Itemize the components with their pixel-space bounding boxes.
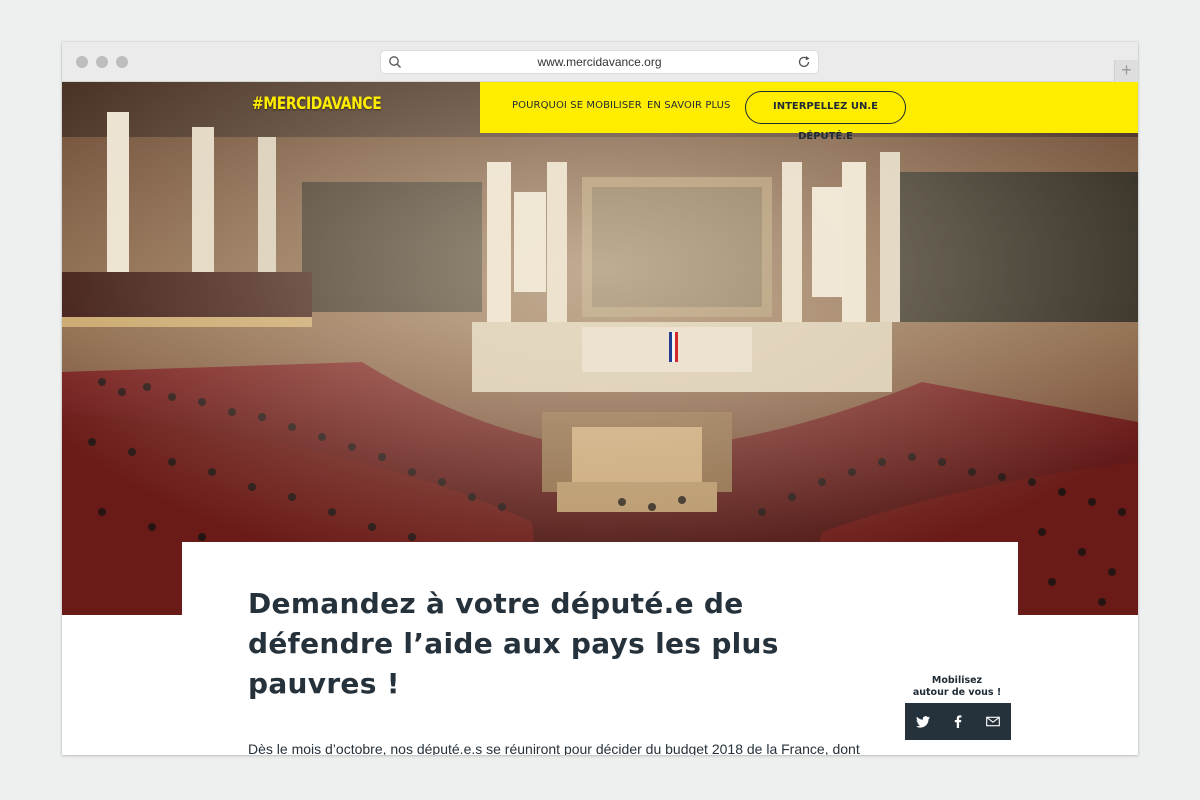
nav-link-en-savoir-plus[interactable]: EN SAVOIR PLUS: [647, 100, 731, 111]
window-close-button[interactable]: [76, 56, 88, 68]
hero-image: [62, 82, 1138, 615]
article-headline: Demandez à votre député.e de défendre l’…: [248, 587, 779, 700]
article-body: Dès le mois d’octobre, nos député.e.s se…: [248, 741, 860, 755]
share-twitter-button[interactable]: [905, 703, 940, 740]
parliament-hemicycle-photo: [62, 82, 1138, 615]
facebook-icon: [954, 715, 961, 728]
nav-link-pourquoi[interactable]: POURQUOI SE MOBILISER: [512, 100, 642, 111]
share-title-line2: autour de vous !: [912, 687, 1002, 698]
share-title-line1: Mobilisez: [931, 675, 983, 686]
share-title: Mobilisez autour de vous !: [902, 675, 1012, 699]
share-facebook-button[interactable]: [940, 703, 975, 740]
share-email-button[interactable]: [975, 703, 1010, 740]
address-bar[interactable]: www.mercidavance.org: [381, 51, 818, 73]
new-tab-button[interactable]: +: [1114, 60, 1138, 82]
article-card: Demandez à votre député.e de défendre l’…: [182, 542, 1018, 755]
interpellez-cta-button[interactable]: INTERPELLEZ UN.E DÉPUTÉ.E: [745, 91, 906, 142]
email-icon: [985, 716, 1000, 727]
twitter-icon: [915, 715, 930, 728]
reload-icon[interactable]: [796, 54, 812, 70]
page-viewport: #MERCIDAVANCE POURQUOI SE MOBILISER EN S…: [62, 82, 1138, 755]
url-text: www.mercidavance.org: [537, 55, 662, 69]
share-bar: [905, 703, 1011, 740]
window-minimize-button[interactable]: [96, 56, 108, 68]
main-nav: POURQUOI SE MOBILISER EN SAVOIR PLUS INT…: [480, 82, 1138, 142]
browser-window: www.mercidavance.org + #MERCIDAVANCE POU…: [62, 42, 1138, 755]
window-zoom-button[interactable]: [116, 56, 128, 68]
browser-toolbar: www.mercidavance.org +: [62, 42, 1138, 82]
site-logo[interactable]: #MERCIDAVANCE: [252, 94, 382, 114]
